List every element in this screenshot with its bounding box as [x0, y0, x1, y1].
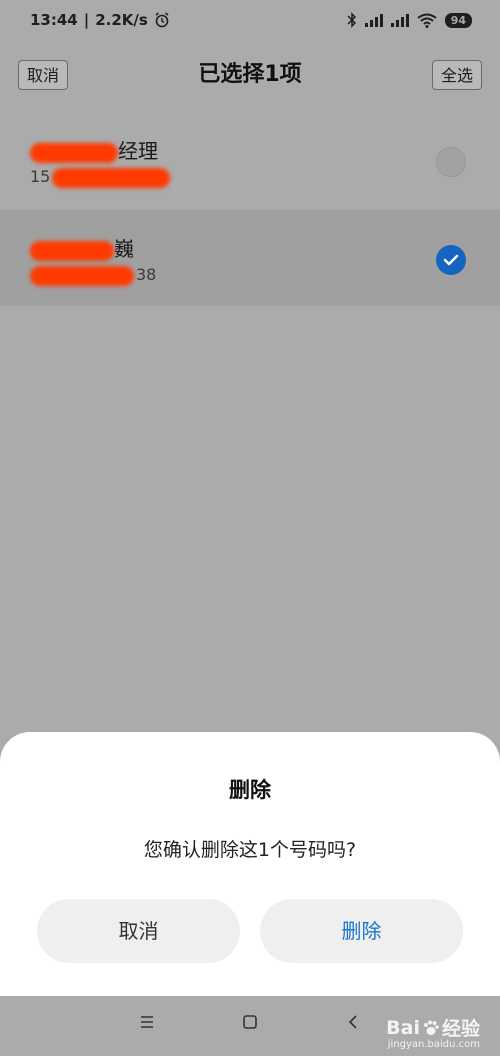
paw-icon — [423, 1020, 439, 1035]
dialog-title: 删除 — [229, 778, 271, 802]
alarm-icon — [155, 12, 169, 28]
navigation-bar: Bai 经验 jingyan.baidu.com — [0, 996, 500, 1056]
status-right: 94 — [347, 12, 472, 28]
select-all-button[interactable]: 全选 — [431, 60, 482, 90]
status-bar: 13:44 | 2.2K/s 94 — [0, 0, 500, 40]
contact-phone: 15 — [30, 166, 500, 188]
baidu-watermark: Bai 经验 jingyan.baidu.com — [386, 1014, 480, 1051]
network-speed: 2.2K/s — [95, 11, 148, 29]
contact-name: 经理 — [30, 138, 500, 164]
dialog-delete-button[interactable]: 删除 — [260, 899, 463, 963]
signal-icon-2 — [390, 13, 409, 27]
contact-name: 巍 — [30, 236, 500, 262]
checkmark-icon — [443, 254, 459, 266]
select-checkbox-checked[interactable] — [436, 245, 466, 275]
status-time: 13:44 — [30, 11, 78, 29]
battery-icon: 94 — [444, 12, 472, 28]
menu-icon[interactable] — [139, 1014, 155, 1030]
contact-name-text: 巍 — [114, 237, 134, 261]
page-title: 已选择1项 — [198, 62, 302, 87]
contact-name-text: 经理 — [118, 139, 158, 163]
watermark-logo: Bai 经验 — [386, 1016, 480, 1041]
signal-icon — [364, 13, 383, 27]
contact-row[interactable]: 经理 15 — [0, 112, 500, 208]
redacted-text — [30, 240, 114, 261]
contact-phone-text: 38 — [136, 265, 157, 284]
watermark-url: jingyan.baidu.com — [387, 1039, 480, 1050]
status-separator: | — [83, 11, 90, 29]
redacted-text — [30, 142, 118, 163]
back-icon[interactable] — [346, 1014, 362, 1030]
status-left: 13:44 | 2.2K/s — [30, 11, 170, 29]
delete-confirm-dialog: 删除 您确认删除这1个号码吗? 取消 删除 — [0, 732, 500, 996]
contact-phone-text: 15 — [30, 167, 51, 186]
bluetooth-icon — [347, 12, 356, 28]
home-icon[interactable] — [242, 1014, 258, 1030]
select-checkbox[interactable] — [436, 147, 466, 177]
selection-header: 取消 已选择1项 全选 — [0, 56, 500, 94]
contact-phone: 38 — [30, 264, 500, 286]
redacted-text — [52, 167, 171, 188]
dialog-message: 您确认删除这1个号码吗? — [143, 839, 357, 861]
redacted-text — [30, 265, 134, 286]
wifi-icon — [417, 13, 437, 28]
dialog-cancel-button[interactable]: 取消 — [37, 899, 240, 963]
contact-row-selected[interactable]: 巍 38 — [0, 210, 500, 306]
